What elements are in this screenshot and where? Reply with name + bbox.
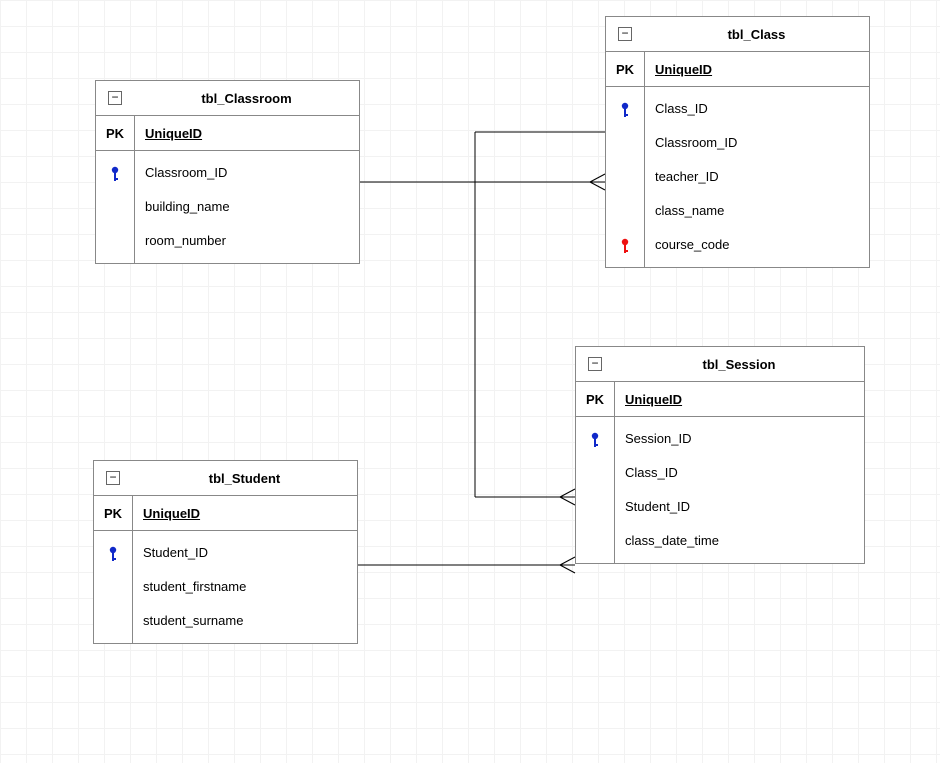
attr: Class_ID [655, 91, 869, 125]
attr: Student_ID [625, 489, 864, 523]
entity-title: tbl_Classroom [134, 91, 359, 106]
attr: Classroom_ID [655, 125, 869, 159]
attr: class_date_time [625, 523, 864, 557]
collapse-icon[interactable] [618, 27, 632, 41]
key-icon [108, 165, 122, 183]
entity-session[interactable]: tbl_Session PK UniqueID Session_ID Class… [575, 346, 865, 564]
entity-title: tbl_Class [644, 27, 869, 42]
pk-name: UniqueID [615, 392, 864, 407]
pk-label: PK [96, 116, 135, 150]
entity-title: tbl_Student [132, 471, 357, 486]
key-icon [618, 237, 632, 255]
pk-name: UniqueID [135, 126, 359, 141]
attr: teacher_ID [655, 159, 869, 193]
pk-label: PK [576, 382, 615, 416]
key-icon [588, 431, 602, 449]
attr: student_surname [143, 603, 357, 637]
pk-name: UniqueID [645, 62, 869, 77]
attr: course_code [655, 227, 869, 261]
entity-student[interactable]: tbl_Student PK UniqueID Student_ID stude… [93, 460, 358, 644]
entity-class[interactable]: tbl_Class PK UniqueID Class_ID Classroom… [605, 16, 870, 268]
collapse-icon[interactable] [108, 91, 122, 105]
attr: class_name [655, 193, 869, 227]
key-icon [618, 101, 632, 119]
attr: Student_ID [143, 535, 357, 569]
attr: Class_ID [625, 455, 864, 489]
key-icon [106, 545, 120, 563]
attr: building_name [145, 189, 359, 223]
attr: Session_ID [625, 421, 864, 455]
pk-name: UniqueID [133, 506, 357, 521]
entity-title: tbl_Session [614, 357, 864, 372]
attr: student_firstname [143, 569, 357, 603]
collapse-icon[interactable] [106, 471, 120, 485]
entity-classroom[interactable]: tbl_Classroom PK UniqueID Classroom_ID b… [95, 80, 360, 264]
attr: Classroom_ID [145, 155, 359, 189]
collapse-icon[interactable] [588, 357, 602, 371]
pk-label: PK [606, 52, 645, 86]
pk-label: PK [94, 496, 133, 530]
attr: room_number [145, 223, 359, 257]
